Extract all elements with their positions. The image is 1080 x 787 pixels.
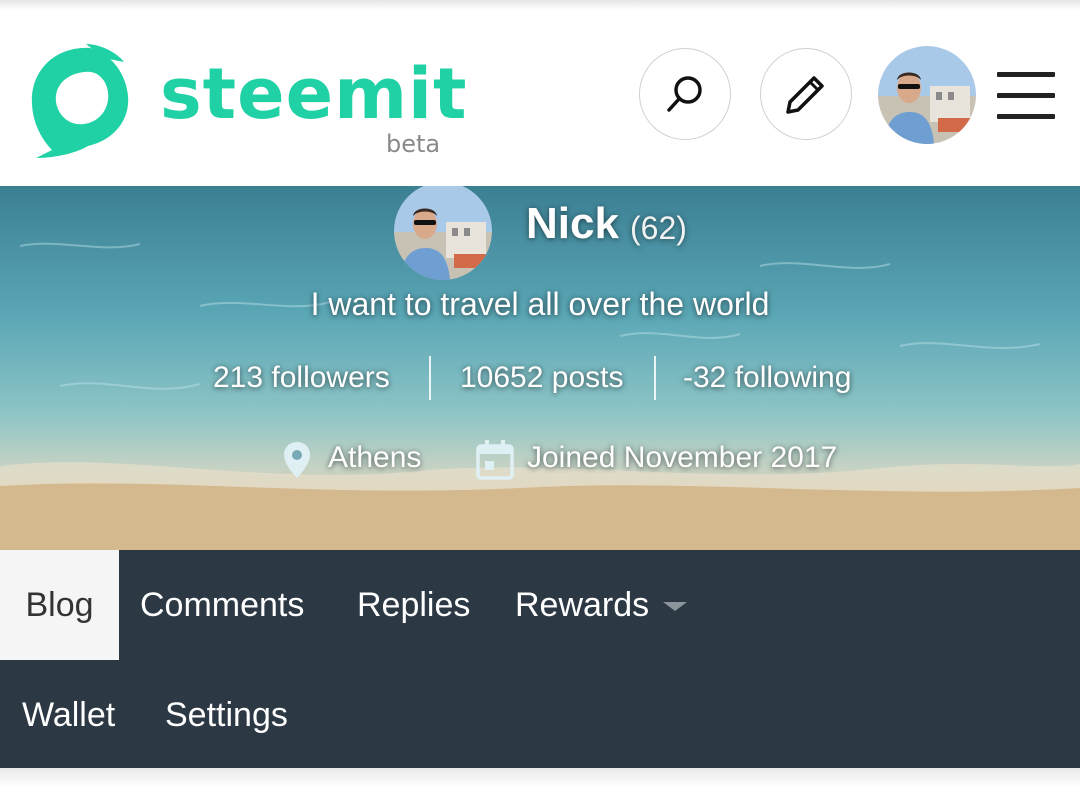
user-avatar[interactable] (878, 46, 976, 144)
joined-date: Joined November 2017 (527, 441, 838, 474)
submit-post-button[interactable] (760, 48, 852, 140)
tab-rewards[interactable]: Rewards (515, 550, 649, 660)
menu-button[interactable] (997, 72, 1055, 120)
tab-blog[interactable]: Blog (0, 550, 119, 660)
following-link[interactable]: -32 following (683, 356, 851, 400)
posts-count: 10652 posts (460, 361, 624, 394)
followers-link[interactable]: 213 followers (213, 356, 390, 400)
search-icon (667, 76, 702, 112)
profile-cover: Nick (62) I want to travel all over the … (0, 186, 1080, 550)
reputation-score: (62) (630, 210, 687, 246)
profile-tabs: Blog Comments Replies Rewards Wallet Set… (0, 550, 1080, 768)
steemit-logo-icon[interactable] (26, 44, 132, 160)
stats-divider (654, 356, 656, 400)
tab-comments[interactable]: Comments (140, 550, 304, 660)
top-shadow (0, 0, 1080, 10)
profile-about: I want to travel all over the world (310, 286, 770, 322)
profile-meta: Athens Joined November 2017 (0, 436, 1080, 480)
bottom-divider (0, 768, 1080, 787)
tab-wallet[interactable]: Wallet (22, 660, 115, 770)
profile-stats: 213 followers 10652 posts -32 following (0, 356, 1080, 400)
logo-beta-label: beta (386, 130, 441, 158)
profile-name: Nick (526, 199, 619, 248)
logo-text[interactable]: steemit (160, 54, 467, 134)
calendar-icon (476, 440, 514, 480)
header: steemit beta (0, 10, 1080, 186)
stats-divider (429, 356, 431, 400)
tab-replies[interactable]: Replies (357, 550, 470, 660)
tab-settings[interactable]: Settings (165, 660, 288, 770)
profile-location: Athens (328, 441, 422, 474)
chevron-down-icon[interactable] (663, 602, 687, 611)
location-pin-icon (284, 442, 310, 478)
menu-icon (997, 72, 1055, 77)
pencil-icon (786, 76, 824, 114)
search-button[interactable] (639, 48, 731, 140)
profile-avatar (394, 186, 492, 280)
